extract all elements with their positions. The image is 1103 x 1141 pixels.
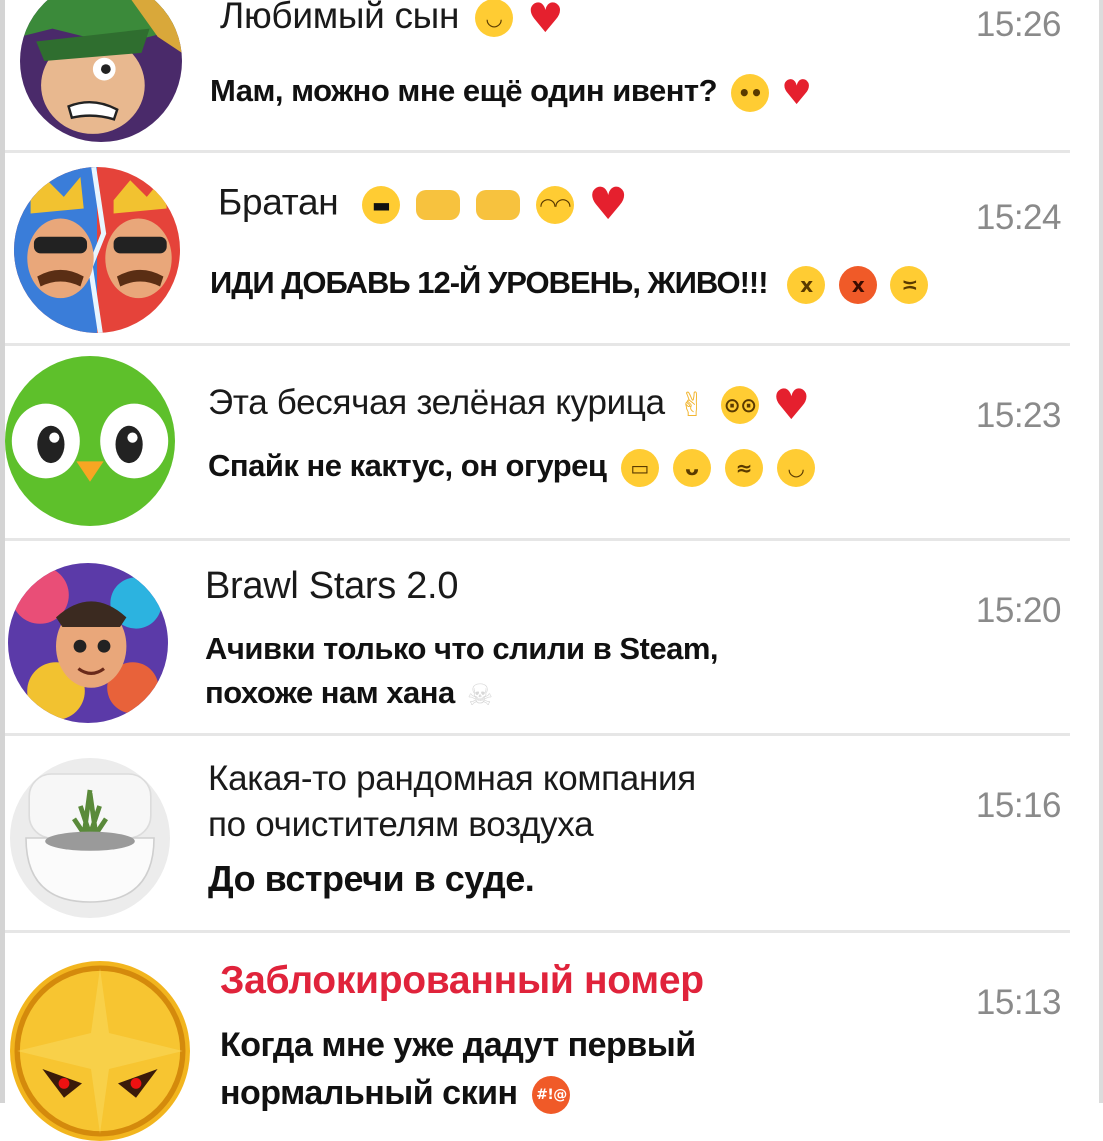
angry-face-icon: ⅹ (787, 265, 826, 304)
tears-of-joy-icon: ◡ (776, 448, 815, 487)
chat-item-zelenaya-kuritsa[interactable]: Эта бесячая зелёная курица ✌ ⊙⊙ ♥ Спайк … (0, 346, 1103, 538)
chat-message-text: До встречи в суде. (208, 858, 535, 899)
avatar (20, 0, 182, 142)
chat-last-message: До встречи в суде. (208, 858, 535, 900)
grinning-big-eyes-icon: ᴗ (672, 448, 711, 487)
rofl-face-icon: ≈ (724, 448, 763, 487)
flushed-face-icon: ⊙⊙ (721, 385, 760, 424)
chat-time: 15:23 (975, 396, 1062, 435)
chat-message-line: Когда мне уже дадут первый (220, 1026, 696, 1064)
chat-message-text: ИДИ ДОБАВЬ 12-Й УРОВЕНЬ, ЖИВО!!! (210, 265, 769, 300)
chat-item-brawl-stars[interactable]: Brawl Stars 2.0 Ачивки только что слили … (0, 541, 1103, 733)
chat-name: Заблокированный номер (220, 959, 704, 1002)
chat-message-text: нормальный скин (220, 1074, 518, 1112)
chat-message-text: Спайк не кактус, он огурец (208, 448, 607, 483)
chat-name: Какая-то рандомная компания по очистител… (208, 756, 696, 848)
avatar (5, 356, 175, 526)
heart-on-fire-icon: ♥ (527, 0, 564, 42)
chat-message-line: нормальный скин #!@ (220, 1069, 696, 1117)
victory-hand-icon: ✌ (678, 385, 706, 424)
sunglasses-face-icon: ▬ (362, 185, 401, 224)
chat-item-lyubimyy-syn[interactable]: Любимый сын ◡ ♥ Мам, можно мне ещё один … (0, 0, 1103, 150)
chat-time: 15:16 (975, 786, 1062, 825)
chat-item-ochistiteli-vozdukha[interactable]: Какая-то рандомная компания по очистител… (0, 736, 1103, 930)
avatar (10, 961, 190, 1141)
chat-last-message: Мам, можно мне ещё один ивент? •• ♥ (210, 73, 812, 113)
chat-name: Эта бесячая зелёная курица ✌ ⊙⊙ ♥ (208, 380, 810, 429)
avatar (14, 167, 180, 333)
chat-name-text: Эта бесячая зелёная курица (208, 382, 665, 422)
chat-time: 15:26 (975, 5, 1062, 44)
chat-time: 15:20 (975, 591, 1062, 630)
mending-heart-icon: ♥ (781, 73, 812, 113)
chat-message-text: похоже нам хана (205, 675, 455, 710)
steam-nose-face-icon: ≍ (890, 265, 929, 304)
chat-list: Любимый сын ◡ ♥ Мам, можно мне ещё один … (0, 0, 1103, 1141)
chat-name: Любимый сын ◡ ♥ (220, 0, 564, 42)
avatar (8, 563, 168, 723)
left-fist-icon (416, 189, 461, 220)
chat-message-text: Мам, можно мне ещё один ивент? (210, 73, 718, 109)
pouting-face-icon: ⅹ (838, 265, 877, 304)
chat-message-line: похоже нам хана ☠ (205, 671, 718, 717)
chat-name-text: Любимый сын (220, 0, 460, 36)
avatar (10, 758, 170, 918)
relieved-face-icon: ◠◠ (536, 185, 575, 224)
right-fist-icon (476, 189, 521, 220)
chat-message-line: Ачивки только что слили в Steam, (205, 631, 719, 666)
chat-last-message: Спайк не кактус, он огурец ▭ ᴗ ≈ ◡ (208, 448, 815, 487)
chat-name-line: Какая-то рандомная компания (208, 759, 696, 798)
chat-item-bratan[interactable]: Братан ▬ ◠◠ ♥ ИДИ ДОБАВЬ 12-Й УРОВЕНЬ, Ж… (0, 153, 1103, 345)
chat-name-line: по очистителям воздуха (208, 805, 594, 844)
red-heart-icon: ♥ (588, 179, 628, 230)
chat-item-zablokirovannyy-nomer[interactable]: Заблокированный номер Когда мне уже даду… (0, 933, 1103, 1141)
chat-time: 15:24 (975, 198, 1062, 237)
broken-heart-icon: ♥ (772, 380, 811, 429)
chat-name: Brawl Stars 2.0 (205, 565, 458, 608)
cursing-face-icon: #!@ (532, 1076, 571, 1115)
skull-icon: ☠ (466, 677, 493, 712)
chat-time: 15:13 (975, 983, 1062, 1022)
grinning-face-icon: ▭ (620, 448, 659, 487)
chat-last-message: Ачивки только что слили в Steam, похоже … (205, 627, 719, 717)
chat-name: Братан ▬ ◠◠ ♥ (218, 179, 628, 230)
pleading-face-icon: •• (731, 74, 770, 112)
chat-last-message: ИДИ ДОБАВЬ 12-Й УРОВЕНЬ, ЖИВО!!! ⅹ ⅹ ≍ (210, 265, 929, 304)
smiling-face-icon: ◡ (475, 0, 514, 37)
chat-name-text: Brawl Stars 2.0 (205, 565, 459, 607)
chat-name-text: Братан (218, 181, 339, 223)
